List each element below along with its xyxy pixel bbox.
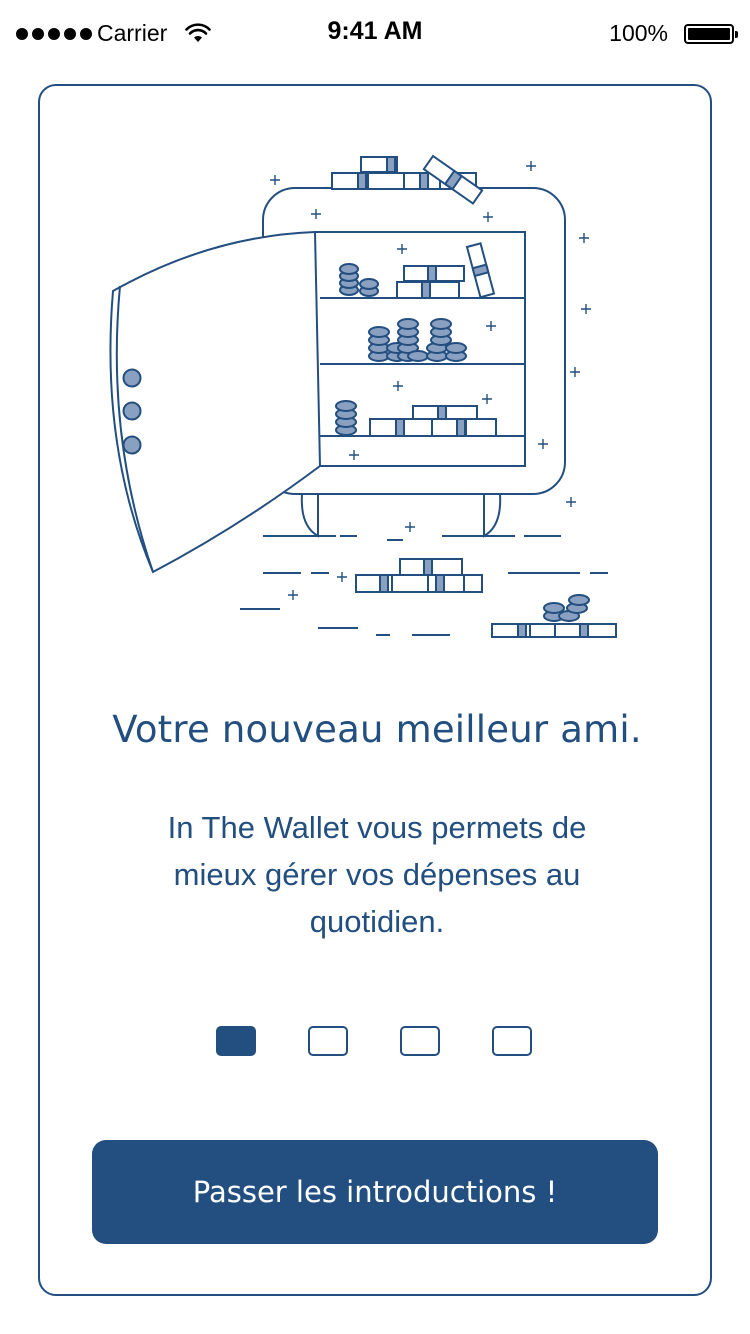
onboarding-description: In The Wallet vous permets de mieux gére… — [100, 804, 654, 945]
battery-percent: 100% — [609, 20, 668, 46]
page-indicator — [40, 1026, 714, 1058]
skip-intro-button[interactable]: Passer les introductions ! — [92, 1140, 658, 1244]
page-dot-3[interactable] — [400, 1026, 440, 1056]
description-line: mieux gérer vos dépenses au — [173, 857, 581, 892]
onboarding-card: Votre nouveau meilleur ami. In The Walle… — [38, 84, 712, 1296]
page-dot-4[interactable] — [492, 1026, 532, 1056]
description-line: quotidien. — [309, 904, 445, 939]
description-line: In The Wallet vous permets de — [167, 810, 587, 845]
page-dot-1[interactable] — [216, 1026, 256, 1056]
battery-icon — [684, 24, 738, 44]
onboarding-title: Votre nouveau meilleur ami. — [112, 708, 642, 751]
status-bar: Carrier 9:41 AM 100% — [0, 0, 750, 66]
page-dot-2[interactable] — [308, 1026, 348, 1056]
open-safe-illustration — [109, 154, 617, 638]
